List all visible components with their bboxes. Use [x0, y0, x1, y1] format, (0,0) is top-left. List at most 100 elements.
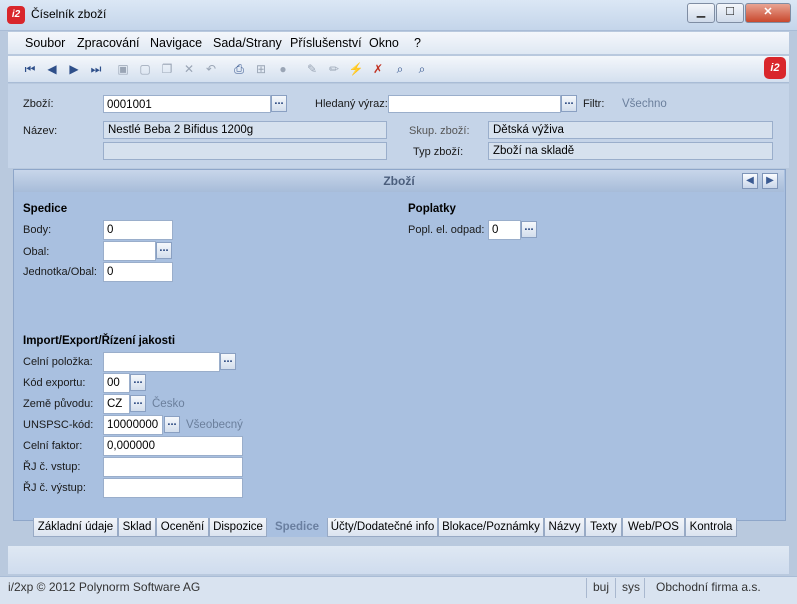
- name-field-2: [103, 142, 387, 160]
- unspsc-label: UNSPSC-kód:: [23, 419, 94, 431]
- minimize-button[interactable]: ▁: [687, 3, 715, 23]
- unspsc-input[interactable]: 10000000: [103, 415, 163, 435]
- quality-in-label: ŘJ č. vstup:: [23, 461, 81, 473]
- unspsc-name: Všeobecný: [186, 419, 243, 431]
- customs-label: Celní položka:: [23, 356, 93, 368]
- status-separator: [644, 578, 645, 598]
- tab-disposition[interactable]: Dispozice: [209, 518, 267, 537]
- close-button[interactable]: ✕: [745, 3, 791, 23]
- new-icon[interactable]: ▢: [137, 61, 153, 77]
- status-separator: [586, 578, 587, 598]
- origin-input[interactable]: CZ: [103, 394, 130, 414]
- customs-lookup-button[interactable]: ...: [220, 353, 236, 370]
- save-icon[interactable]: ▣: [115, 61, 131, 77]
- tab-texts[interactable]: Texty: [585, 518, 622, 537]
- waste-fee-input[interactable]: 0: [488, 220, 521, 240]
- fees-heading: Poplatky: [408, 203, 456, 215]
- menu-file[interactable]: Soubor: [25, 36, 65, 50]
- title-bar: [0, 0, 797, 31]
- package-input[interactable]: [103, 241, 156, 261]
- type-field: Zboží na skladě: [488, 142, 773, 160]
- filter-icon[interactable]: ⚡: [348, 61, 364, 77]
- section-title: Zboží: [383, 174, 415, 188]
- maximize-button[interactable]: ☐: [716, 3, 744, 23]
- filter-label: Filtr:: [583, 98, 605, 110]
- item-lookup-button[interactable]: ...: [271, 95, 287, 112]
- unit-input[interactable]: 0: [103, 262, 173, 282]
- delete-icon[interactable]: ✕: [181, 61, 197, 77]
- export-label: Kód exportu:: [23, 377, 86, 389]
- export-input[interactable]: 00: [103, 373, 130, 393]
- menu-window[interactable]: Okno: [369, 36, 399, 50]
- edit-icon[interactable]: ✎: [304, 61, 320, 77]
- menu-sets[interactable]: Sada/Strany: [213, 36, 282, 50]
- quality-in-input[interactable]: [103, 457, 243, 477]
- brand-logo-icon: i2: [764, 57, 786, 79]
- spedice-heading: Spedice: [23, 203, 68, 215]
- waste-fee-lookup-button[interactable]: ...: [521, 221, 537, 238]
- waste-fee-label: Popl. el. odpad:: [408, 224, 485, 236]
- section-prev-button[interactable]: ◀: [742, 173, 758, 189]
- type-label: Typ zboží:: [413, 146, 464, 158]
- name-field: Nestlé Beba 2 Bifidus 1200g: [103, 121, 387, 139]
- copy-icon[interactable]: ❐: [159, 61, 175, 77]
- tab-blocking[interactable]: Blokace/Poznámky: [438, 518, 544, 537]
- next-record-icon[interactable]: ▶: [66, 61, 82, 77]
- quality-out-label: ŘJ č. výstup:: [23, 482, 86, 494]
- status-user: buj: [593, 580, 610, 594]
- points-label: Body:: [23, 224, 52, 236]
- import-heading: Import/Export/Řízení jakosti: [23, 335, 176, 347]
- tab-basic[interactable]: Základní údaje: [33, 518, 118, 537]
- quality-out-input[interactable]: [103, 478, 243, 498]
- origin-name: Česko: [152, 398, 185, 410]
- disc-icon[interactable]: ●: [275, 61, 291, 77]
- search-advanced-icon[interactable]: ⌕: [414, 61, 430, 77]
- search-label: Hledaný výraz:: [315, 98, 388, 110]
- unit-label: Jednotka/Obal:: [23, 266, 97, 278]
- export-lookup-button[interactable]: ...: [130, 374, 146, 391]
- tab-web-pos[interactable]: Web/POS: [622, 518, 685, 537]
- item-input[interactable]: 0001001: [103, 95, 271, 113]
- app-logo-icon: i2: [7, 6, 25, 24]
- menu-processing[interactable]: Zpracování: [77, 36, 140, 50]
- tab-names[interactable]: Názvy: [544, 518, 585, 537]
- customs-input[interactable]: [103, 352, 220, 372]
- undo-icon[interactable]: ↶: [203, 61, 219, 77]
- first-record-icon[interactable]: ⏮: [22, 61, 38, 77]
- sub-toolbar: [8, 546, 789, 574]
- print-icon[interactable]: ⎙: [231, 61, 247, 77]
- status-copyright: i/2xp © 2012 Polynorm Software AG: [8, 580, 201, 594]
- group-field: Dětská výživa: [488, 121, 773, 139]
- search-lookup-button[interactable]: ...: [561, 95, 577, 112]
- points-input[interactable]: 0: [103, 220, 173, 240]
- pencil-icon[interactable]: ✏: [326, 61, 342, 77]
- section-next-button[interactable]: ▶: [762, 173, 778, 189]
- origin-label: Země původu:: [23, 398, 94, 410]
- filter-value[interactable]: Všechno: [622, 98, 667, 110]
- group-label: Skup. zboží:: [409, 125, 470, 137]
- tab-accounts[interactable]: Účty/Dodatečné info: [327, 518, 438, 537]
- status-database: sys: [622, 580, 640, 594]
- menu-navigation[interactable]: Navigace: [150, 36, 202, 50]
- factor-input[interactable]: 0,000000: [103, 436, 243, 456]
- package-lookup-button[interactable]: ...: [156, 242, 172, 259]
- structure-icon[interactable]: ⊞: [253, 61, 269, 77]
- tab-valuation[interactable]: Ocenění: [156, 518, 209, 537]
- name-label: Název:: [23, 125, 58, 137]
- last-record-icon[interactable]: ⏭: [88, 61, 104, 77]
- unspsc-lookup-button[interactable]: ...: [164, 416, 180, 433]
- tab-control[interactable]: Kontrola: [685, 518, 737, 537]
- tab-stock[interactable]: Sklad: [118, 518, 156, 537]
- status-separator: [615, 578, 616, 598]
- factor-label: Celní faktor:: [23, 440, 83, 452]
- previous-record-icon[interactable]: ◀: [44, 61, 60, 77]
- search-icon[interactable]: ⌕: [392, 61, 408, 77]
- clear-filter-icon[interactable]: ✗: [370, 61, 386, 77]
- item-label: Zboží:: [23, 98, 54, 110]
- window-title: Číselník zboží: [31, 7, 107, 21]
- tab-shipping[interactable]: Spedice: [267, 518, 327, 537]
- search-input[interactable]: [388, 95, 561, 113]
- origin-lookup-button[interactable]: ...: [130, 395, 146, 412]
- menu-accessories[interactable]: Příslušenství: [290, 36, 362, 50]
- menu-help[interactable]: ?: [414, 36, 421, 50]
